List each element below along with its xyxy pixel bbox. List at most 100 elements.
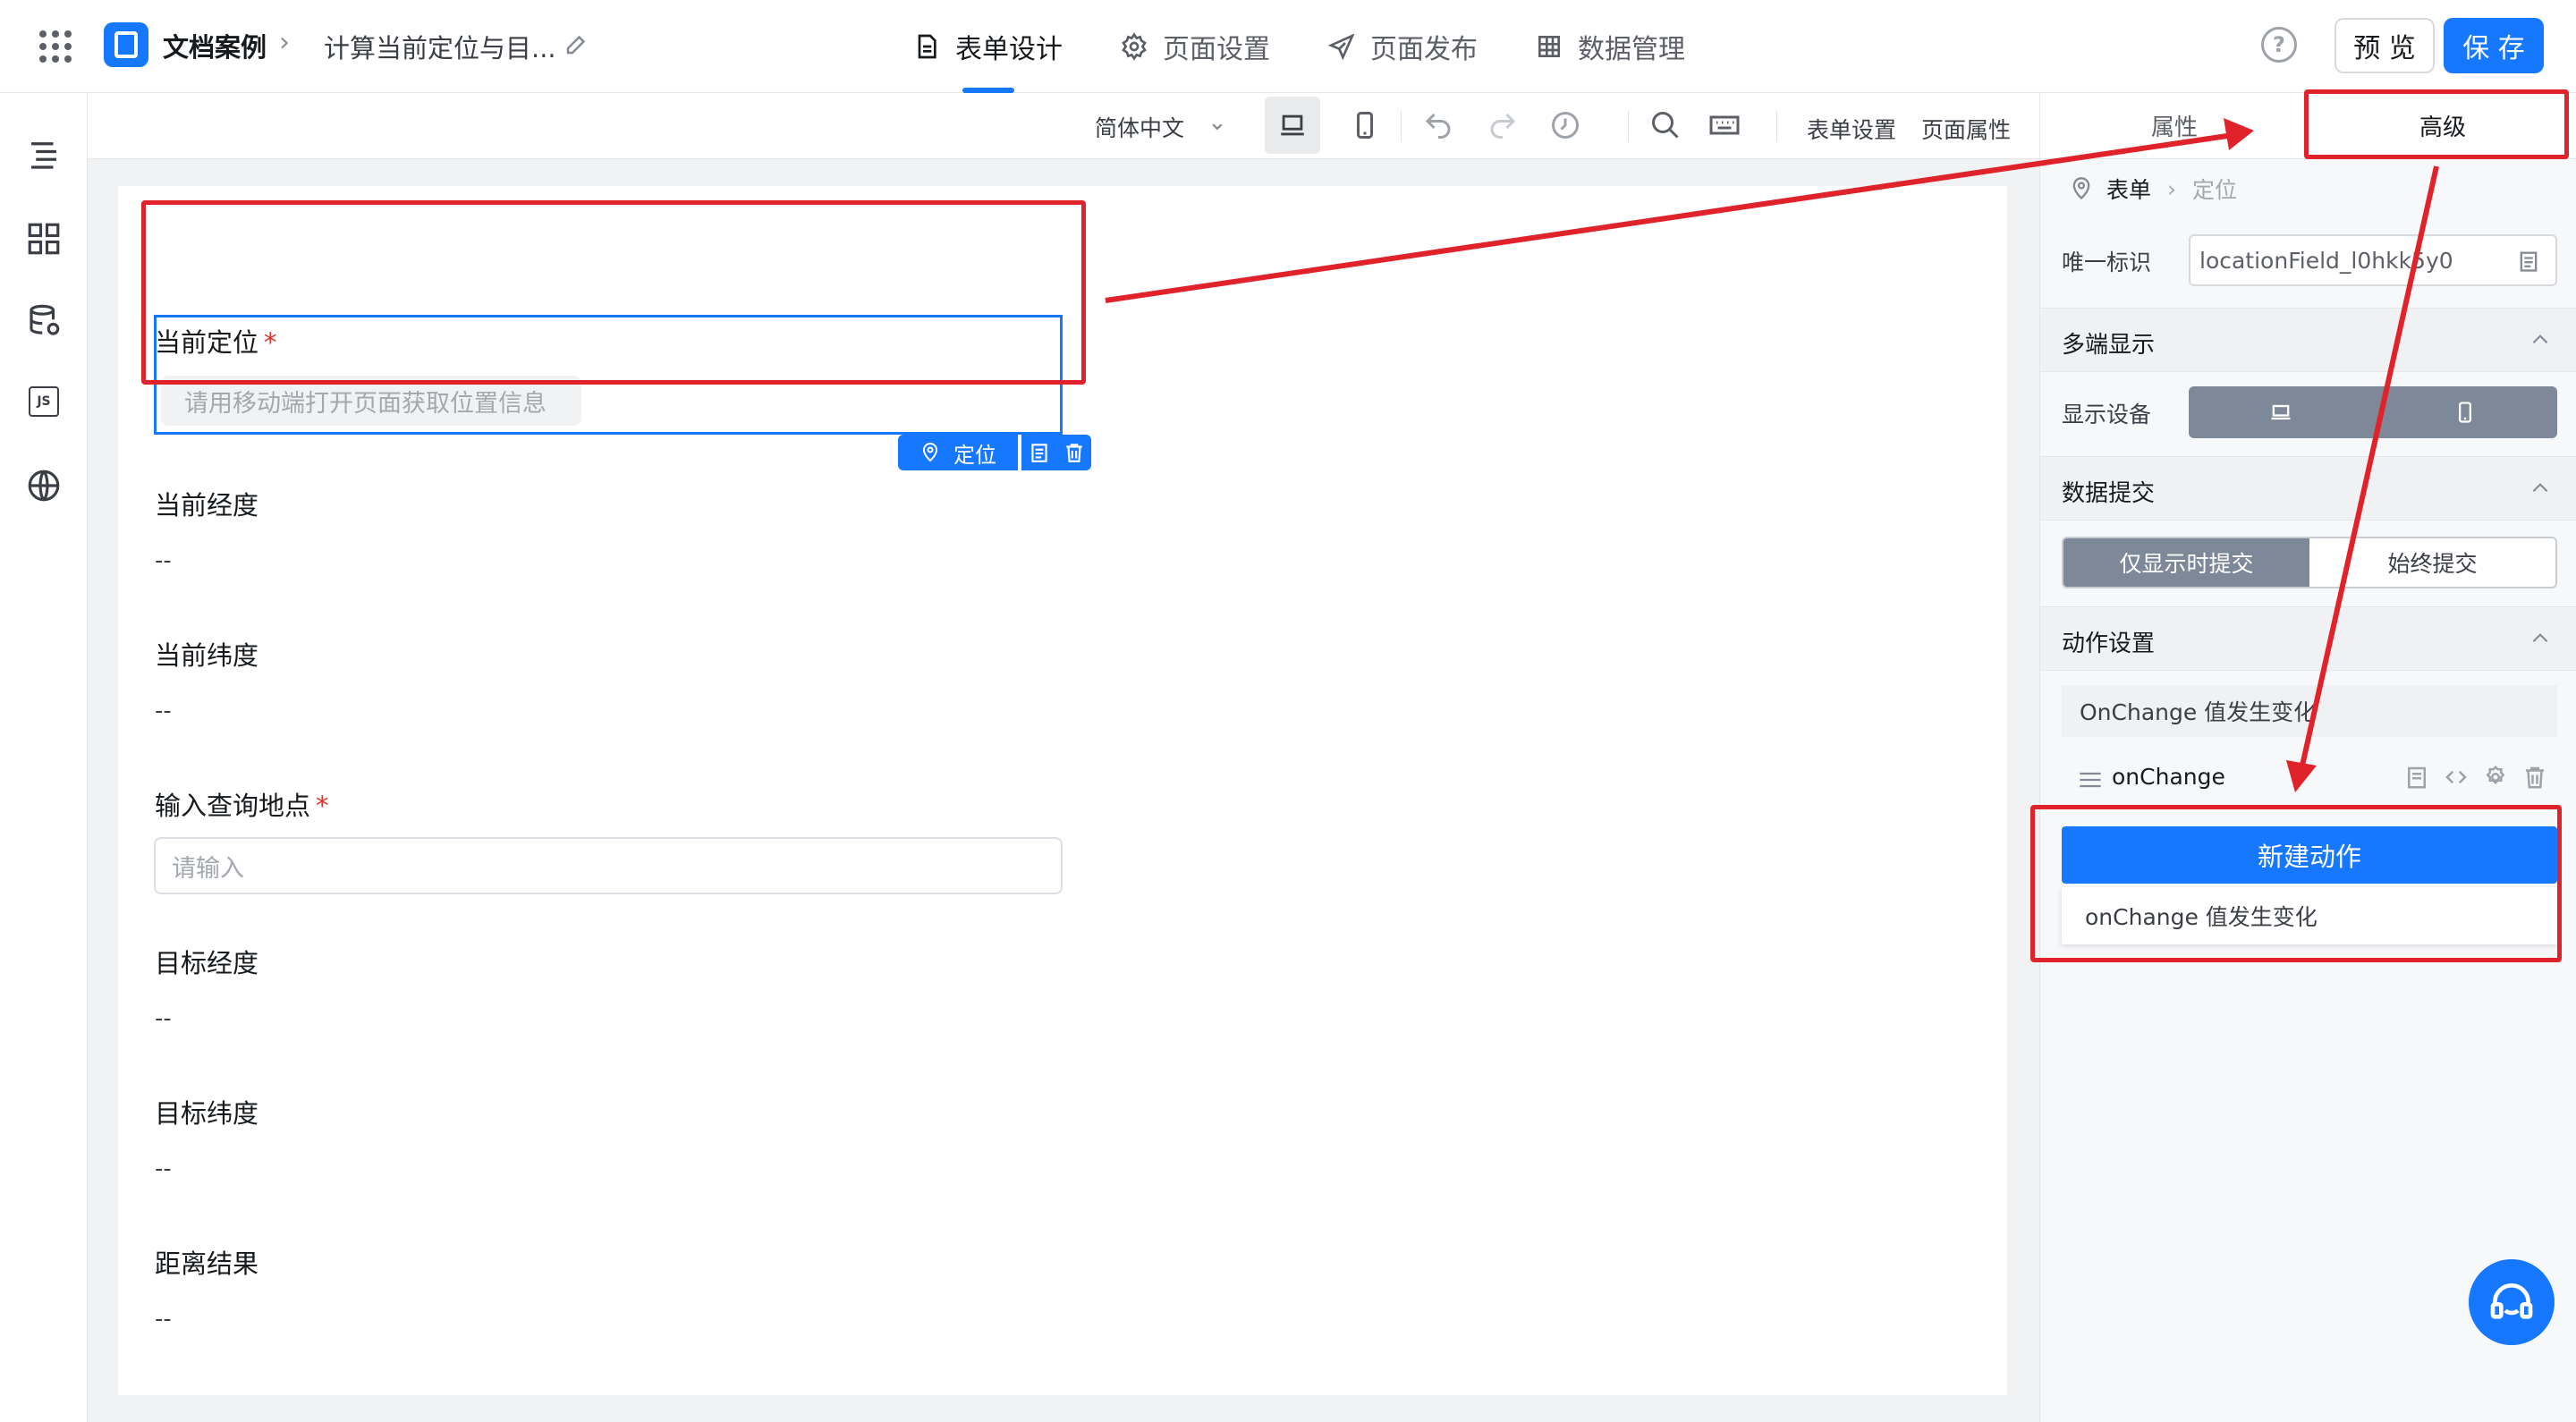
mobile-icon[interactable] bbox=[1349, 109, 1381, 141]
components-icon[interactable] bbox=[25, 220, 63, 258]
gear-icon bbox=[1122, 32, 1147, 61]
chevron-up-icon[interactable] bbox=[2529, 477, 2552, 500]
copy-icon[interactable] bbox=[2516, 249, 2541, 274]
submit-when-shown-option[interactable]: 仅显示时提交 bbox=[2063, 538, 2309, 587]
keyboard-icon[interactable] bbox=[1708, 109, 1741, 141]
settings-panel: 属性 高级 表单 › 定位 唯一标识 locationField_l0hkk5y… bbox=[2039, 93, 2576, 1422]
component-actions bbox=[1021, 435, 1091, 470]
field-value: -- bbox=[155, 547, 172, 574]
required-mark: * bbox=[264, 327, 277, 358]
field-value: -- bbox=[155, 698, 172, 724]
display-device-label: 显示设备 bbox=[2062, 402, 2152, 427]
delete-icon[interactable] bbox=[2521, 764, 2548, 791]
tab-label: 数据管理 bbox=[1578, 34, 1685, 65]
field-label-query-place: 输入查询地点 * bbox=[155, 791, 329, 821]
chevron-up-icon[interactable] bbox=[2529, 328, 2552, 351]
section-data-submit[interactable]: 数据提交 bbox=[2040, 456, 2576, 521]
field-value: -- bbox=[155, 1155, 172, 1182]
form-canvas: 当前定位 * 请用移动端打开页面获取位置信息 定位 当前经度 -- 当前纬度 --… bbox=[118, 186, 2007, 1395]
globe-icon[interactable] bbox=[25, 467, 63, 504]
datasource-icon[interactable] bbox=[25, 302, 63, 340]
section-action-settings[interactable]: 动作设置 bbox=[2040, 606, 2576, 671]
document-icon bbox=[918, 34, 936, 59]
tab-label: 表单设计 bbox=[955, 34, 1063, 65]
chevron-up-icon[interactable] bbox=[2529, 627, 2552, 650]
field-value: -- bbox=[155, 1005, 172, 1032]
help-icon[interactable]: ? bbox=[2261, 27, 2297, 63]
outline-icon[interactable] bbox=[25, 136, 63, 174]
location-pin-icon bbox=[2072, 177, 2090, 200]
action-event-header: OnChange 值发生变化 bbox=[2062, 685, 2557, 737]
toolbar-divider bbox=[1776, 111, 1777, 141]
toolbar-divider bbox=[1401, 111, 1402, 141]
chevron-right-icon: › bbox=[279, 27, 290, 58]
mobile-icon bbox=[2459, 402, 2471, 423]
submit-mode-toggle: 仅显示时提交 始终提交 bbox=[2062, 537, 2557, 588]
unique-id-input[interactable]: locationField_l0hkk5y0 bbox=[2189, 234, 2557, 286]
headset-icon bbox=[2490, 1283, 2533, 1319]
form-settings-button[interactable]: 表单设置 bbox=[1807, 113, 1896, 145]
panel-breadcrumb: 表单 › 定位 bbox=[2069, 168, 2237, 209]
query-place-input[interactable]: 请输入 bbox=[154, 837, 1063, 894]
language-select[interactable]: 简体中文 bbox=[1095, 111, 1184, 143]
chevron-down-icon[interactable]: ⌄ bbox=[1208, 109, 1227, 136]
required-mark: * bbox=[316, 791, 329, 821]
undo-icon[interactable] bbox=[1422, 109, 1454, 141]
copy-icon[interactable] bbox=[1028, 441, 1051, 464]
save-button[interactable]: 保 存 bbox=[2444, 18, 2544, 73]
field-value: -- bbox=[155, 1306, 172, 1333]
location-pin-icon bbox=[922, 443, 938, 462]
field-label-target-longitude: 目标经度 bbox=[155, 948, 259, 978]
tab-data-management[interactable]: 数据管理 bbox=[1535, 0, 1685, 93]
breadcrumb-location: 定位 bbox=[2192, 177, 2238, 203]
drag-handle-icon[interactable] bbox=[2078, 771, 2103, 789]
tab-page-publish[interactable]: 页面发布 bbox=[1327, 0, 1478, 93]
app-logo-icon[interactable] bbox=[104, 22, 148, 67]
page-name: 计算当前定位与目... bbox=[324, 33, 556, 63]
delete-icon[interactable] bbox=[1063, 441, 1086, 464]
field-label-current-longitude: 当前经度 bbox=[155, 490, 259, 521]
action-dropdown-option[interactable]: onChange 值发生变化 bbox=[2062, 887, 2557, 944]
submit-always-option[interactable]: 始终提交 bbox=[2309, 538, 2555, 587]
new-action-button[interactable]: 新建动作 bbox=[2062, 826, 2557, 884]
tab-page-settings[interactable]: 页面设置 bbox=[1120, 0, 1270, 93]
code-icon[interactable] bbox=[2443, 764, 2470, 791]
tab-advanced[interactable]: 高级 bbox=[2309, 93, 2576, 158]
search-icon[interactable] bbox=[1649, 109, 1682, 141]
tab-properties[interactable]: 属性 bbox=[2040, 93, 2309, 158]
desktop-view-button[interactable] bbox=[1265, 97, 1320, 154]
history-icon[interactable] bbox=[1549, 109, 1581, 141]
app-name[interactable]: 文档案例 bbox=[163, 27, 267, 64]
customer-service-button[interactable] bbox=[2469, 1259, 2555, 1345]
top-navigation-bar: 文档案例 › 计算当前定位与目... 表单设计 页面设置 页面发布 数据管理 ?… bbox=[0, 0, 2576, 93]
section-multi-display[interactable]: 多端显示 bbox=[2040, 308, 2576, 372]
field-label-distance-result: 距离结果 bbox=[155, 1248, 259, 1279]
gear-icon[interactable] bbox=[2482, 764, 2509, 791]
field-label-current-latitude: 当前纬度 bbox=[155, 640, 259, 671]
component-type-tag: 定位 bbox=[898, 435, 1018, 470]
redo-icon[interactable] bbox=[1487, 109, 1519, 141]
preview-button[interactable]: 预 览 bbox=[2334, 18, 2435, 73]
laptop-icon bbox=[1281, 114, 1304, 136]
field-label-target-latitude: 目标纬度 bbox=[155, 1098, 259, 1129]
edit-icon[interactable] bbox=[564, 30, 590, 57]
copy-icon[interactable] bbox=[2403, 764, 2430, 791]
design-canvas: 简体中文 ⌄ 表单设置 页面属性 当前定位 * 请用移动端打开页面获取位置信息 定… bbox=[88, 93, 2039, 1422]
tab-label: 页面设置 bbox=[1163, 34, 1270, 65]
page-properties-button[interactable]: 页面属性 bbox=[1921, 113, 2011, 145]
breadcrumb-form[interactable]: 表单 bbox=[2106, 173, 2151, 205]
paper-plane-icon bbox=[1327, 33, 1355, 61]
action-name: onChange bbox=[2112, 764, 2225, 790]
chevron-right-icon: › bbox=[2167, 175, 2177, 202]
action-list-item[interactable]: onChange bbox=[2062, 751, 2557, 805]
js-icon[interactable]: JS bbox=[29, 386, 59, 417]
field-label-current-location: 当前定位 * bbox=[155, 327, 277, 358]
action-item-controls bbox=[2403, 764, 2548, 791]
device-mobile-option[interactable] bbox=[2373, 386, 2557, 438]
tab-form-design[interactable]: 表单设计 bbox=[912, 0, 1063, 93]
apps-grid-icon[interactable] bbox=[36, 27, 75, 66]
device-desktop-option[interactable] bbox=[2189, 386, 2373, 438]
laptop-icon bbox=[2271, 404, 2291, 420]
display-device-toggle bbox=[2189, 386, 2557, 438]
location-get-button[interactable]: 请用移动端打开页面获取位置信息 bbox=[161, 376, 581, 426]
